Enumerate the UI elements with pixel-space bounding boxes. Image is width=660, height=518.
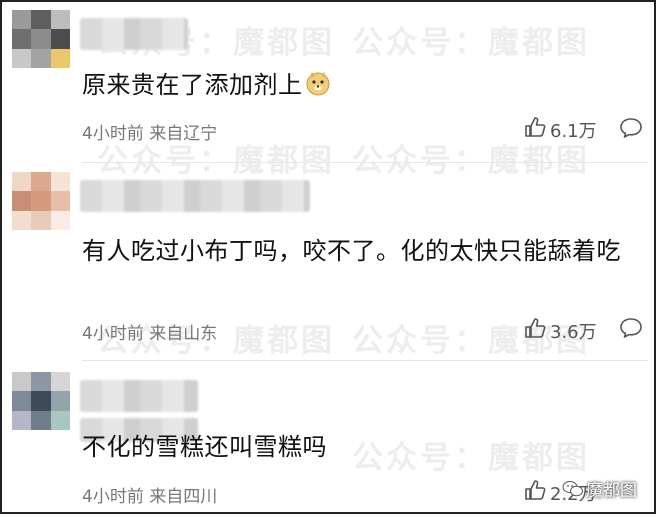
comment-meta: 4小时前 来自辽宁 xyxy=(82,124,218,144)
like-count: 3.6万 xyxy=(550,321,597,343)
wechat-icon xyxy=(562,480,583,496)
doge-emoji-icon xyxy=(305,70,331,105)
corner-brand: 魔都图 xyxy=(562,476,637,501)
thumbs-up-icon xyxy=(524,479,546,506)
like-count: 6.1万 xyxy=(550,120,597,142)
avatar[interactable] xyxy=(12,372,70,430)
reply-button[interactable] xyxy=(619,317,643,343)
divider xyxy=(82,162,648,163)
comment-text: 不化的雪糕还叫雪糕吗 xyxy=(82,433,327,461)
comment-text: 有人吃过小布丁吗，咬不了。化的太快只能舔着吃 xyxy=(82,237,621,265)
avatar[interactable] xyxy=(12,172,70,230)
like-button[interactable]: 3.6万 xyxy=(524,317,597,344)
comment-panel: 公众号：魔都图 公众号：魔都图 公众号：魔都图 公众号：魔都图 公众号：魔都图 … xyxy=(0,0,656,514)
username-blurred[interactable] xyxy=(80,18,188,50)
username-blurred[interactable] xyxy=(80,380,198,412)
comment-text: 原来贵在了添加剂上 xyxy=(82,68,638,105)
thumbs-up-icon xyxy=(524,116,546,143)
comment-bubble-icon xyxy=(620,318,642,338)
comment-meta: 4小时前 来自山东 xyxy=(82,324,218,344)
comment-meta: 4小时前 来自四川 xyxy=(82,487,218,507)
comment-bubble-icon xyxy=(620,118,642,138)
like-button[interactable]: 6.1万 xyxy=(524,116,597,143)
watermark: 公众号：魔都图 xyxy=(352,25,590,61)
thumbs-up-icon xyxy=(524,317,546,344)
username-blurred[interactable] xyxy=(80,180,310,212)
avatar[interactable] xyxy=(12,10,70,68)
reply-button[interactable] xyxy=(619,117,643,143)
divider xyxy=(82,360,648,361)
